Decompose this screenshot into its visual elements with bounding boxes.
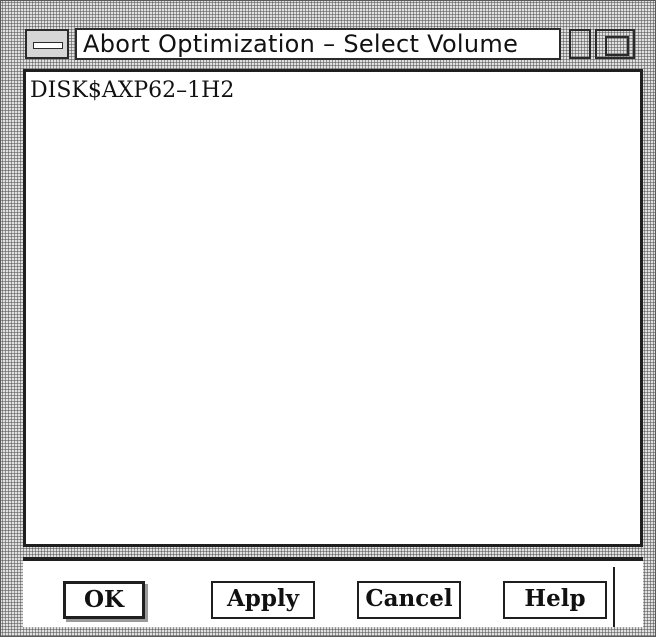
maximize-glyph — [605, 36, 629, 56]
ok-button[interactable]: OK — [63, 581, 145, 619]
maximize-icon[interactable] — [595, 29, 635, 59]
window-menu-icon[interactable] — [25, 29, 69, 59]
button-row: OK Apply Cancel Help — [23, 567, 643, 627]
volume-list[interactable]: DISK$AXP62–1H2 — [23, 69, 643, 547]
title-bar[interactable]: Abort Optimization – Select Volume — [17, 25, 639, 63]
cancel-button[interactable]: Cancel — [357, 581, 461, 619]
dialog-window: Abort Optimization – Select Volume DISK$… — [0, 0, 656, 637]
help-button[interactable]: Help — [503, 581, 607, 619]
window-title: Abort Optimization – Select Volume — [75, 28, 561, 60]
apply-button[interactable]: Apply — [211, 581, 315, 619]
volume-list-item[interactable]: DISK$AXP62–1H2 — [30, 78, 234, 104]
menu-bar-glyph — [33, 42, 63, 49]
title-bar-spacer — [569, 29, 591, 59]
